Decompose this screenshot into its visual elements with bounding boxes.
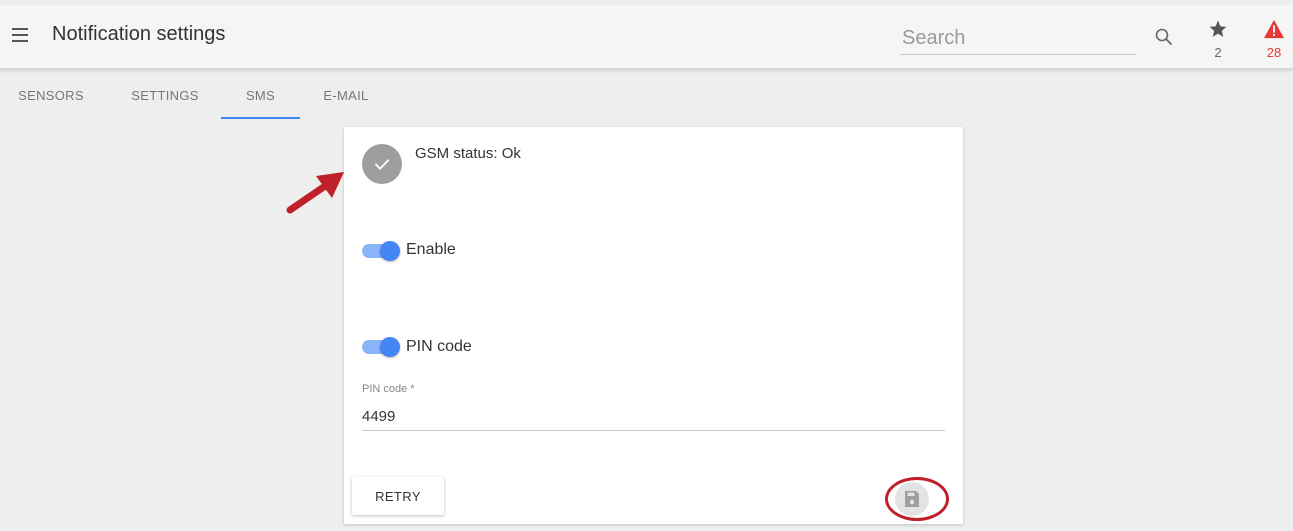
pin-code-toggle[interactable] [362,336,400,358]
tab-sensors[interactable]: SENSORS [16,88,86,103]
favorites-count: 2 [1214,45,1222,60]
save-button[interactable] [885,477,949,521]
check-icon [375,159,390,170]
app: Notification settings 2 28 SENSORS SETTI… [0,0,1293,531]
active-tab-indicator [221,117,300,119]
tab-sms[interactable]: SMS [221,88,300,103]
pin-code-input[interactable] [362,403,945,431]
enable-label: Enable [406,241,456,258]
page-title: Notification settings [52,23,226,45]
favorites-button[interactable]: 2 [1204,19,1232,63]
toggle-thumb [380,241,400,261]
tab-email[interactable]: E-MAIL [315,88,377,103]
warning-icon [1264,19,1284,39]
search-input[interactable] [900,23,1136,55]
enable-toggle[interactable] [362,240,400,262]
retry-button[interactable]: RETRY [352,477,444,515]
search-icon[interactable] [1154,27,1174,47]
top-bar: Notification settings 2 28 [0,5,1293,69]
menu-icon[interactable] [12,28,28,42]
toggle-thumb [380,337,400,357]
sms-settings-card: GSM status: Ok Enable PIN code PIN code … [344,127,963,524]
pin-code-toggle-label: PIN code [406,338,472,355]
star-icon [1209,20,1227,37]
tab-settings[interactable]: SETTINGS [127,88,203,103]
alerts-button[interactable]: 28 [1258,19,1290,63]
annotation-arrow-icon [286,172,344,214]
gsm-status-text: GSM status: Ok [415,145,521,162]
annotation-circle [885,477,949,521]
alerts-count: 28 [1266,45,1282,60]
gsm-status-icon [362,144,402,184]
tab-bar: SENSORS SETTINGS SMS E-MAIL [0,70,500,120]
pin-code-field-label: PIN code * [362,383,415,395]
